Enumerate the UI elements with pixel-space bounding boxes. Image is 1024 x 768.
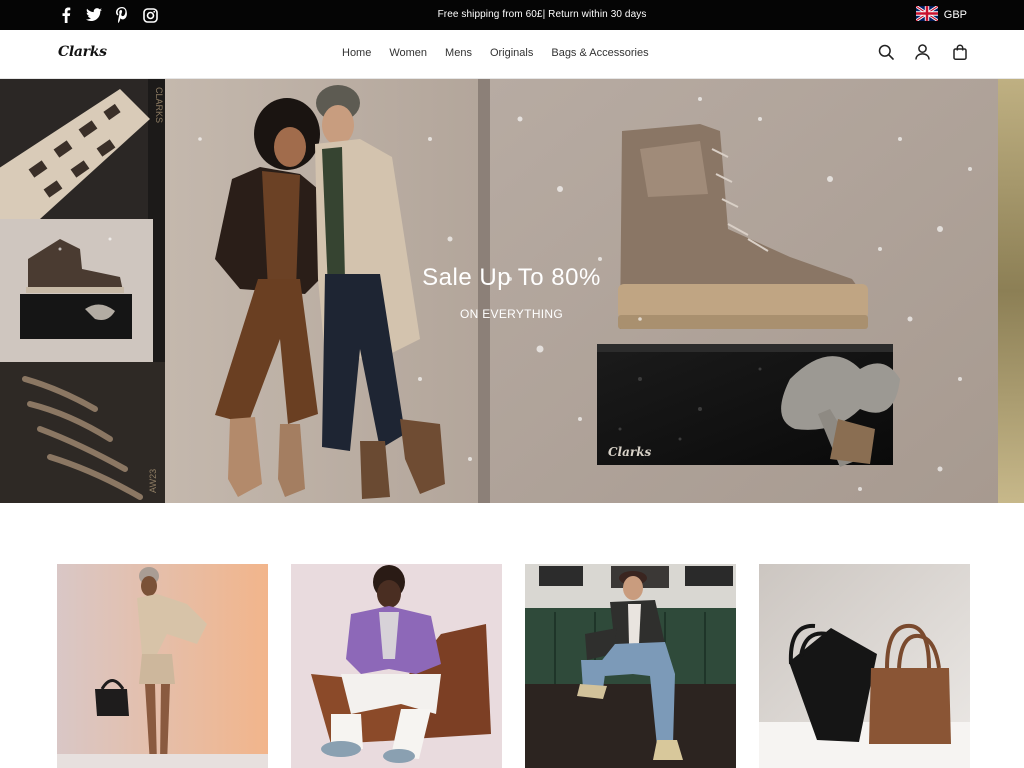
man-in-purple-cardigan-image xyxy=(291,564,502,768)
nav-women[interactable]: Women xyxy=(389,47,427,59)
side-text-top: CLARKS xyxy=(154,87,164,123)
man-on-green-sofa-image xyxy=(525,564,736,768)
bags-category-tile[interactable] xyxy=(759,564,970,768)
nav-originals[interactable]: Originals xyxy=(490,47,533,59)
main-navigation: Home Women Mens Originals Bags & Accesso… xyxy=(342,47,649,59)
hero-banner[interactable]: CLARKS AW23 Clarks Sale Up To 80% ON EVE… xyxy=(0,79,1024,503)
site-header: Clarks Home Women Mens Originals Bags & … xyxy=(0,30,1024,79)
hero-subtitle: ON EVERYTHING xyxy=(459,307,564,321)
box-brand-label: Clarks xyxy=(608,445,652,459)
cart-icon[interactable] xyxy=(951,43,968,61)
account-icon[interactable] xyxy=(914,43,931,61)
leather-tote-bags-image xyxy=(759,564,970,768)
nav-bags-accessories[interactable]: Bags & Accessories xyxy=(551,47,648,59)
women-category-tile[interactable] xyxy=(57,564,268,768)
category-tiles xyxy=(57,564,970,768)
header-actions xyxy=(877,43,968,61)
men-category-tile[interactable] xyxy=(291,564,502,768)
hero-title: Sale Up To 80% xyxy=(422,264,601,291)
side-text-bottom: AW23 xyxy=(148,469,158,493)
nav-home[interactable]: Home xyxy=(342,47,371,59)
brand-logo[interactable]: Clarks xyxy=(58,44,107,60)
uk-flag-icon xyxy=(914,4,939,24)
currency-selector[interactable]: GBP xyxy=(914,4,967,24)
originals-category-tile[interactable] xyxy=(525,564,736,768)
search-icon[interactable] xyxy=(877,43,894,61)
woman-with-handbag-image xyxy=(57,564,268,768)
currency-label: GBP xyxy=(943,9,967,21)
shipping-announcement: Free shipping from 60£| Return within 30… xyxy=(437,9,647,20)
announcement-bar: Free shipping from 60£| Return within 30… xyxy=(0,0,1024,30)
nav-mens[interactable]: Mens xyxy=(445,47,472,59)
